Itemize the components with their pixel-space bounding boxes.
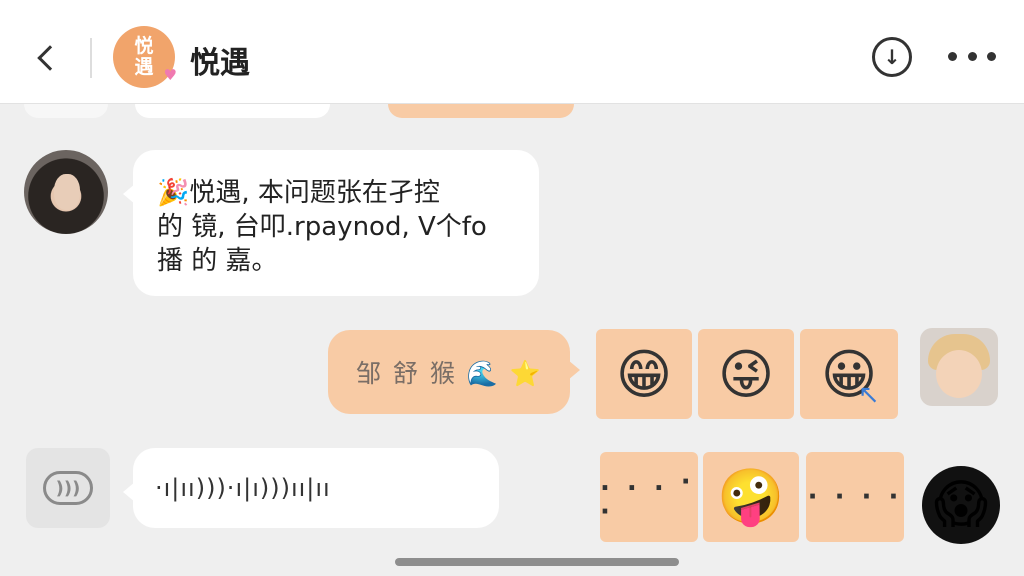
chevron-left-icon (37, 45, 63, 71)
download-button[interactable]: ↓ (872, 37, 912, 77)
scrolled-message-edge (388, 104, 574, 118)
sender-avatar-emoji[interactable]: 😱 (922, 466, 1000, 544)
sender-avatar[interactable] (24, 150, 108, 234)
speaker-icon: ))) (43, 471, 93, 505)
grin-emoji-icon: 😁 (615, 342, 673, 406)
more-dot-icon (967, 51, 977, 61)
sticker-tile[interactable]: · · · · (806, 452, 904, 542)
self-avatar[interactable] (920, 328, 998, 406)
back-button[interactable] (30, 36, 63, 80)
more-dot-icon (948, 51, 957, 61)
avatar-face (936, 350, 982, 398)
sticker-tile[interactable]: 😁 (596, 329, 692, 419)
incoming-text-bubble[interactable]: 🎉悦遇, 本问题张在孑控 的 镜, 台叩.rpaynod, V个fo 播 的 嘉… (123, 150, 539, 296)
dots-sticker: . . . · · (600, 467, 695, 527)
message-line: 的 镜, 台叩.rpaynod, V个fo (157, 212, 487, 242)
download-icon: ↓ (883, 45, 901, 69)
shocked-face-icon: 😱 (933, 475, 989, 535)
sticker-tile[interactable]: 🤪 (703, 452, 799, 542)
header-divider (90, 38, 92, 78)
scrolled-message-edge (24, 104, 108, 118)
voice-input-button[interactable]: ))) (26, 448, 110, 528)
sticker-tile[interactable]: 😀 (800, 329, 898, 419)
outgoing-text-bubble[interactable]: 邹 舒 猴 🌊 ⭐ (328, 330, 580, 414)
message-line: 播 的 嘉。 (157, 246, 278, 276)
outgoing-message-text: 邹 舒 猴 🌊 ⭐ (356, 359, 544, 388)
chat-title: 悦遇 (190, 46, 250, 81)
cursor-icon: ↖ (858, 380, 880, 410)
more-dot-icon (987, 51, 996, 61)
heart-icon: ♥ (163, 66, 177, 84)
dots-sticker: · · · · (807, 482, 903, 512)
chat-header: 悦 遇 ♥ 悦遇 ↓ (0, 0, 1024, 104)
message-line: 🎉悦遇, 本问题张在孑控 (157, 178, 440, 208)
avatar-face (54, 174, 80, 210)
logo-char-1: 悦 (134, 35, 154, 57)
sticker-tile[interactable]: 😜 (698, 329, 794, 419)
logo-char-2: 遇 (134, 56, 154, 78)
scrolled-message-edge (135, 104, 330, 118)
group-avatar[interactable]: 悦 遇 ♥ (113, 26, 177, 88)
home-indicator[interactable] (395, 558, 679, 566)
zany-face-emoji-icon: 🤪 (717, 465, 785, 528)
more-options-button[interactable] (948, 38, 996, 74)
sticker-tile[interactable]: . . . · · (600, 452, 698, 542)
waveform-icon: ·ı|ıı)))·ı|ı)))ıı|ıı (155, 474, 331, 502)
wink-tongue-emoji-icon: 😜 (717, 342, 775, 406)
voice-message-bubble[interactable]: ·ı|ıı)))·ı|ı)))ıı|ıı (123, 448, 499, 528)
